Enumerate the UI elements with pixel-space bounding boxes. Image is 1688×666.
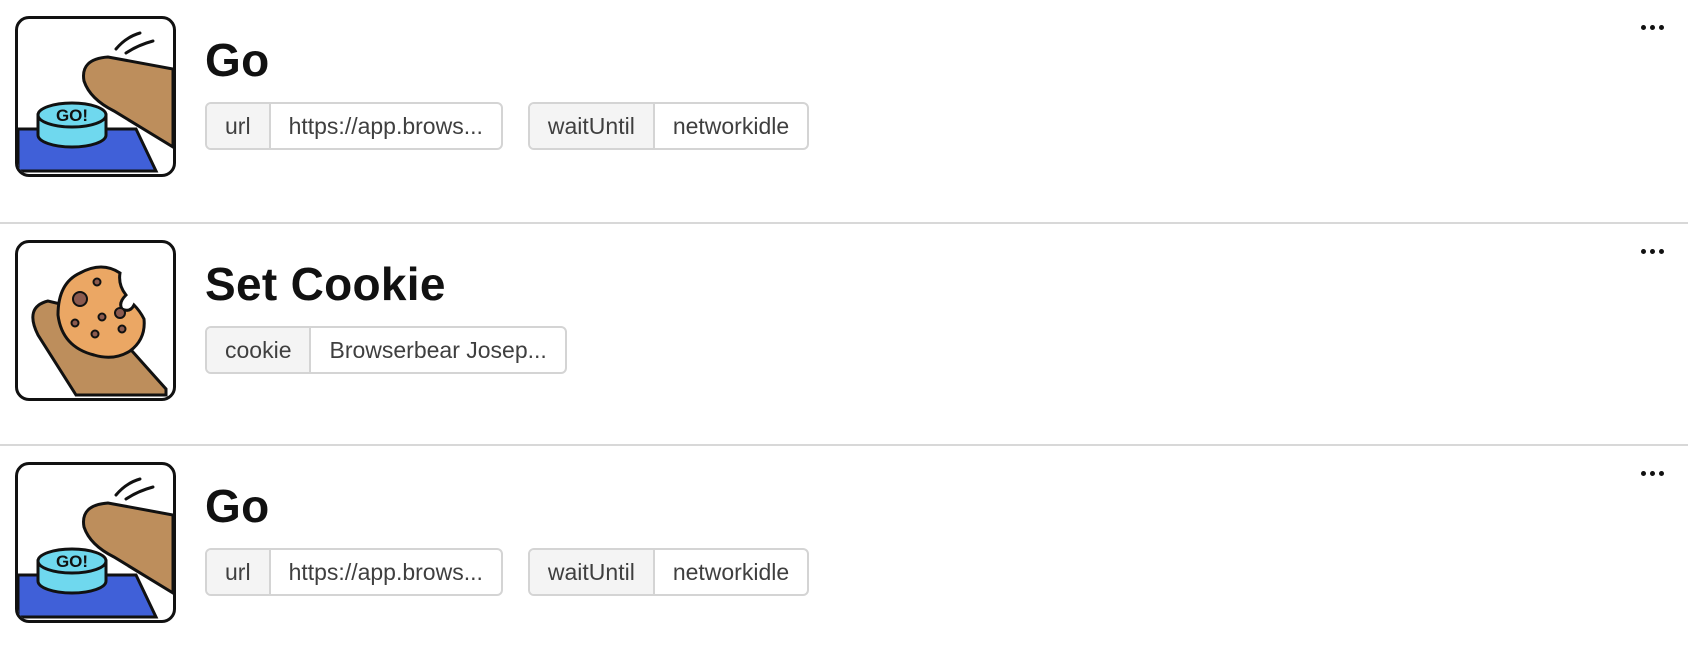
step-go[interactable]: GO! Go url https://app.brows... waitUnti… [0,0,1688,222]
param-key: url [207,104,271,148]
step-title: Go [205,34,270,86]
param-key: url [207,550,271,594]
cookie-icon [15,240,176,401]
param-value: https://app.brows... [288,112,483,139]
more-options-button[interactable] [1632,236,1672,266]
param-value: networkidle [672,112,790,139]
step-params: url https://app.brows... waitUntil netwo… [205,548,810,596]
param-waituntil[interactable]: waitUntil networkidle [527,548,810,596]
step-params: url https://app.brows... waitUntil netwo… [205,102,810,150]
go-button-icon: GO! [15,16,176,177]
steps-list: GO! Go url https://app.brows... waitUnti… [0,0,1688,666]
param-key: waitUntil [529,550,655,594]
param-key: cookie [207,328,312,372]
go-button-icon: GO! [15,462,176,623]
param-value: networkidle [672,558,790,585]
param-cookie[interactable]: cookie Browserbear Josep... [205,326,567,374]
param-waituntil[interactable]: waitUntil networkidle [527,102,810,150]
more-options-button[interactable] [1632,458,1672,488]
more-options-button[interactable] [1632,12,1672,42]
step-title: Set Cookie [205,258,446,310]
ellipsis-icon [1640,470,1664,476]
param-url[interactable]: url https://app.brows... [205,102,503,150]
step-go[interactable]: GO! Go url https://app.brows... waitUnti… [0,444,1688,666]
param-value: https://app.brows... [288,558,483,585]
step-set-cookie[interactable]: Set Cookie cookie Browserbear Josep... [0,222,1688,444]
go-label: GO! [56,106,88,125]
ellipsis-icon [1640,248,1664,254]
param-value: Browserbear Josep... [329,336,547,363]
step-title: Go [205,480,270,532]
go-label: GO! [56,552,88,571]
param-key: waitUntil [529,104,655,148]
ellipsis-icon [1640,24,1664,30]
step-params: cookie Browserbear Josep... [205,326,567,374]
param-url[interactable]: url https://app.brows... [205,548,503,596]
